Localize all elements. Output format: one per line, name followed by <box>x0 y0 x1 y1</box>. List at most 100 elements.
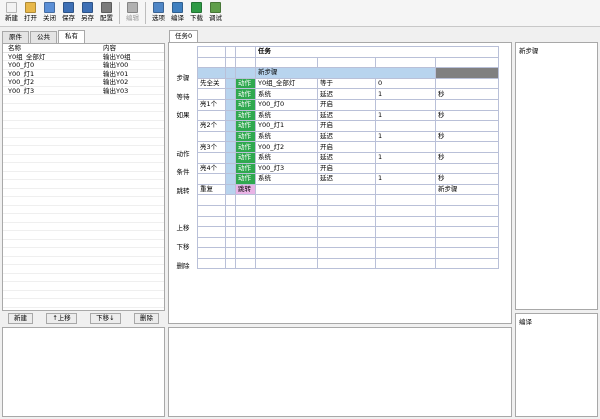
left-tab-1[interactable]: 公共 <box>30 31 57 43</box>
grid-cell <box>197 236 226 249</box>
grid-cell <box>197 194 226 206</box>
empty-grid-row[interactable] <box>197 226 499 238</box>
side-button-6[interactable]: 上移 <box>171 223 195 234</box>
empty-list-row <box>3 146 164 155</box>
grid-cell <box>435 204 499 217</box>
grid-cell <box>225 173 236 185</box>
side-button-4[interactable]: 条件 <box>171 167 195 178</box>
left-tab-0[interactable]: 原件 <box>2 31 29 43</box>
row-name <box>197 151 226 164</box>
list-item[interactable]: Y00_灯2 输出Y02 <box>3 78 164 87</box>
compile-pane: 编译 <box>515 313 598 417</box>
table-row[interactable]: 重复 跳转 新步骤 <box>197 183 499 196</box>
tab-task0[interactable]: 任务0 <box>169 30 199 42</box>
empty-grid-row[interactable] <box>197 247 499 259</box>
side-button-2[interactable]: 如果 <box>171 110 195 121</box>
list-item-content: 输出Y02 <box>103 78 129 86</box>
grid-cell <box>255 257 318 270</box>
toolbar-button-7[interactable]: 选项 <box>149 0 168 26</box>
table-row[interactable]: 动作 系统 延迟 1 秒 <box>197 151 499 164</box>
left-button-3[interactable]: 删除 <box>133 313 159 324</box>
empty-grid-row[interactable] <box>197 257 499 270</box>
list-item[interactable]: Y00_灯3 输出Y03 <box>3 86 164 95</box>
download-icon <box>191 2 202 13</box>
grid-cell <box>375 56 436 69</box>
grid-header-row[interactable]: 任务 <box>197 46 499 58</box>
row-operation: 开启 <box>317 98 376 111</box>
left-button-0[interactable]: 新建 <box>8 313 33 324</box>
empty-grid-row[interactable] <box>197 204 499 217</box>
step-row[interactable]: 新步骤 <box>197 67 499 79</box>
empty-grid-row[interactable] <box>197 194 499 206</box>
side-button-1[interactable]: 等待 <box>171 92 195 103</box>
table-row[interactable]: 先全关 动作 Y0组_全部灯 等于 0 <box>197 77 499 90</box>
grid-cell <box>235 46 256 58</box>
row-name: 亮3个 <box>197 141 226 153</box>
empty-grid-row[interactable] <box>197 236 499 249</box>
toolbar-button-2[interactable]: 关闭 <box>40 0 59 26</box>
toolbar-button-10[interactable]: 调试 <box>206 0 225 26</box>
grid-cell <box>435 67 499 79</box>
list-item-name: Y00_灯2 <box>8 78 35 86</box>
row-value: 1 <box>375 88 436 100</box>
grid-row[interactable] <box>197 56 499 69</box>
list-item-name: Y00_灯3 <box>8 86 35 94</box>
side-button-5[interactable]: 跳转 <box>171 186 195 197</box>
table-row[interactable]: 亮2个 动作 Y00_灯1 开启 <box>197 120 499 132</box>
left-button-bar: 新建 ↑上移 下移↓ 删除 <box>2 313 165 326</box>
left-button-2[interactable]: 下移↓ <box>90 313 121 324</box>
row-type-badge: 动作 <box>235 98 256 111</box>
grid-cell <box>435 226 499 238</box>
grid-cell <box>225 130 236 143</box>
table-row[interactable]: 动作 系统 延迟 1 秒 <box>197 109 499 122</box>
row-operation: 开启 <box>317 141 376 153</box>
list-item[interactable]: Y00_灯0 输出Y00 <box>3 61 164 70</box>
grid-cell <box>317 194 376 206</box>
side-button-0[interactable]: 步骤 <box>171 73 195 84</box>
toolbar-button-9[interactable]: 下载 <box>187 0 206 26</box>
grid-cell <box>317 247 376 259</box>
table-row[interactable]: 亮4个 动作 Y00_灯3 开启 <box>197 162 499 175</box>
empty-list-row <box>3 231 164 240</box>
left-button-1[interactable]: ↑上移 <box>46 313 77 324</box>
table-row[interactable]: 动作 系统 延迟 1 秒 <box>197 130 499 143</box>
grid-cell <box>255 247 318 259</box>
list-item[interactable]: Y00_灯1 输出Y01 <box>3 70 164 78</box>
grid-cell <box>235 215 256 228</box>
toolbar-button-label: 选项 <box>152 14 165 22</box>
table-row[interactable]: 动作 系统 延迟 1 秒 <box>197 88 499 100</box>
grid-cell <box>225 77 236 90</box>
toolbar: 新建 打开 关闭 保存 另存 配置 编辑 选项 编译 下载 调试 <box>0 0 600 27</box>
row-target: Y00_灯3 <box>255 162 318 175</box>
toolbar-button-5[interactable]: 配置 <box>97 0 116 26</box>
table-row[interactable]: 动作 系统 延迟 1 秒 <box>197 173 499 185</box>
empty-grid-row[interactable] <box>197 215 499 228</box>
table-row[interactable]: 亮3个 动作 Y00_灯2 开启 <box>197 141 499 153</box>
list-item-content: 输出Y0组 <box>103 52 131 60</box>
side-button-3[interactable]: 动作 <box>171 149 195 160</box>
grid-cell <box>317 215 376 228</box>
step-label: 新步骤 <box>255 67 436 79</box>
list-item[interactable]: Y0组_全部灯 输出Y0组 <box>3 52 164 61</box>
empty-list-row <box>3 112 164 121</box>
side-button-7[interactable]: 下移 <box>171 242 195 253</box>
table-row[interactable]: 亮1个 动作 Y00_灯0 开启 <box>197 98 499 111</box>
toolbar-button-8[interactable]: 编译 <box>168 0 187 26</box>
toolbar-button-4[interactable]: 另存 <box>78 0 97 26</box>
row-unit: 秒 <box>435 173 499 185</box>
row-name: 亮4个 <box>197 162 226 175</box>
side-button-8[interactable]: 删除 <box>171 261 195 272</box>
left-tab-2[interactable]: 私有 <box>58 30 85 43</box>
toolbar-button-1[interactable]: 打开 <box>21 0 40 26</box>
list-item-content: 输出Y00 <box>103 61 129 69</box>
column-header-content: 内容 <box>103 44 116 52</box>
toolbar-button-3[interactable]: 保存 <box>59 0 78 26</box>
grid-cell <box>197 46 226 58</box>
grid-cell <box>225 141 236 153</box>
grid-cell <box>235 194 256 206</box>
toolbar-button-0[interactable]: 新建 <box>2 0 21 26</box>
empty-list-row <box>3 138 164 146</box>
empty-list-row <box>3 240 164 248</box>
grid-cell <box>225 46 236 58</box>
grid-cell <box>235 257 256 270</box>
